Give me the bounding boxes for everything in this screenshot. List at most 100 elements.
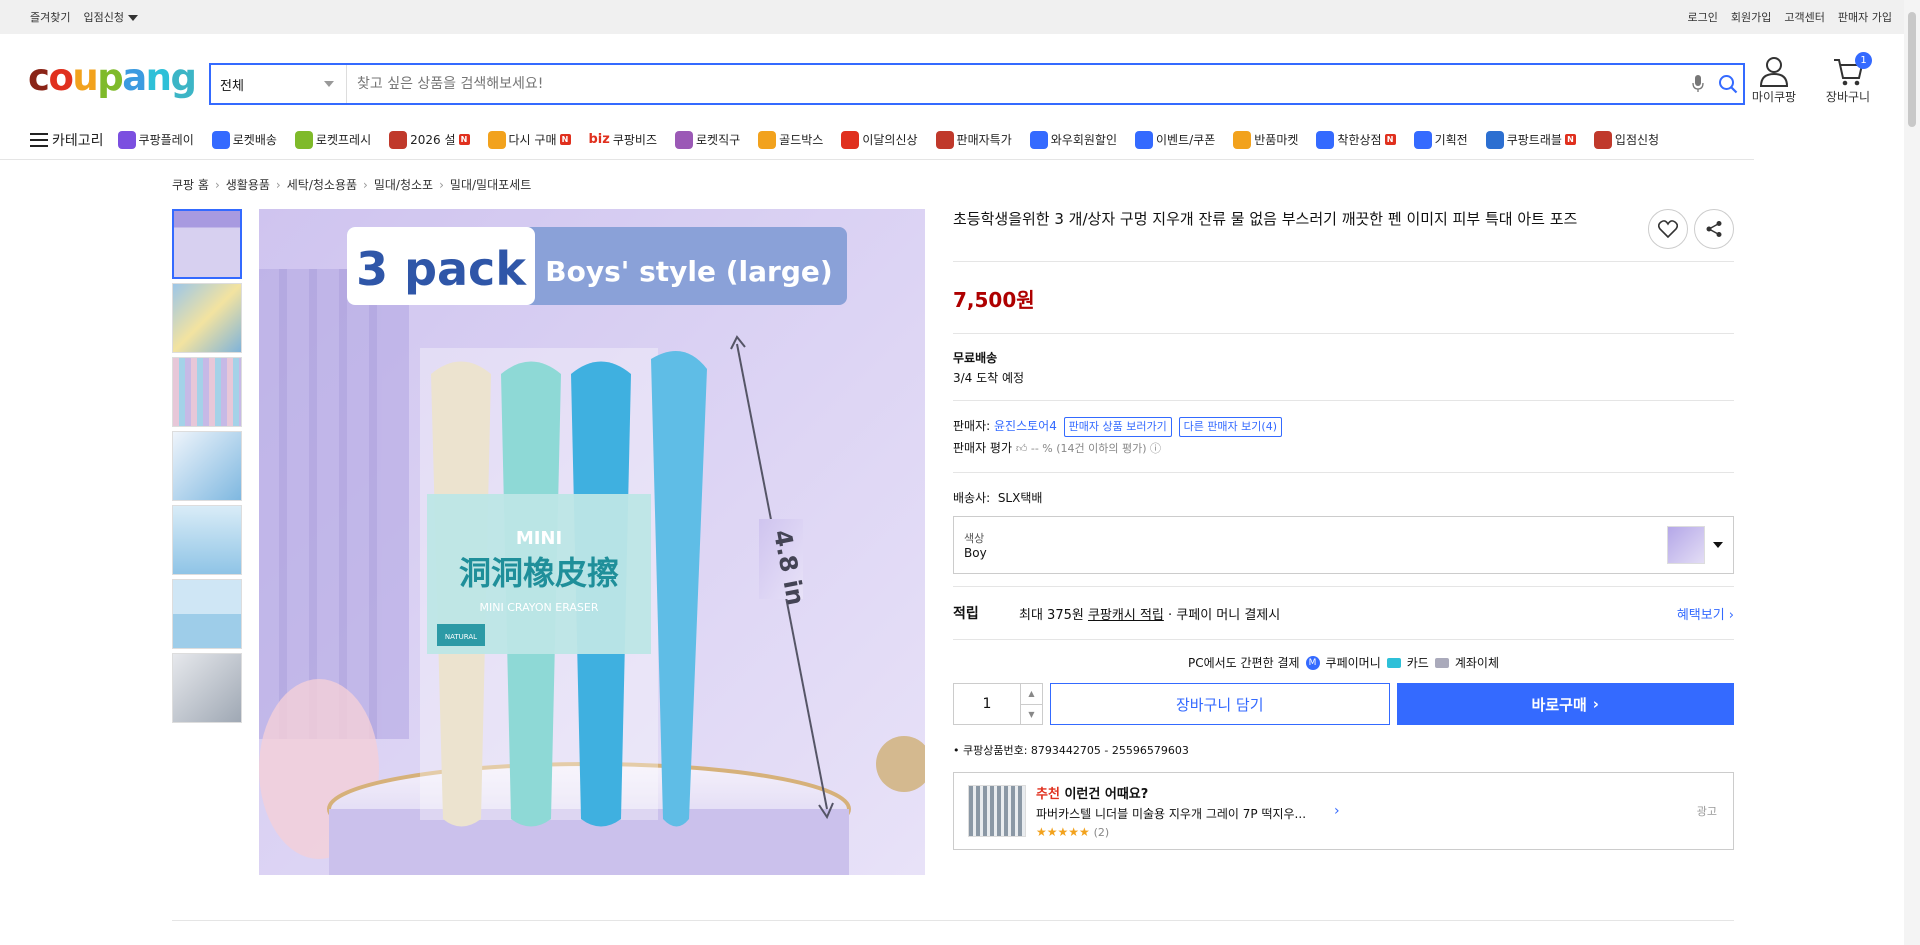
nav-item[interactable]: 쿠팡트래블 N — [1485, 130, 1576, 149]
coupang-logo[interactable]: coupang — [28, 56, 210, 99]
color-option-select[interactable]: 색상 Boy — [953, 516, 1734, 574]
new-badge: N — [1384, 134, 1396, 145]
nav-item[interactable]: 로켓직구 — [675, 130, 740, 149]
option-value: Boy — [964, 545, 987, 560]
svg-text:NATURAL: NATURAL — [445, 633, 477, 641]
quantity-decrease-button[interactable]: ▼ — [1021, 705, 1042, 725]
recommend-product-name: 파버카스텔 니더블 미술용 지우개 그레이 7P 떡지우... — [1036, 807, 1307, 821]
other-sellers-button[interactable]: 다른 판매자 보기(4) — [1178, 417, 1282, 437]
product-price: 7,500원 — [953, 262, 1734, 334]
add-to-cart-button[interactable]: 장바구니 담기 — [1050, 683, 1390, 725]
favorites-link[interactable]: 즐겨찾기 — [30, 9, 70, 25]
login-link[interactable]: 로그인 — [1688, 9, 1718, 25]
option-thumbnail — [1667, 526, 1705, 564]
heart-icon — [1658, 220, 1678, 238]
new-badge: N — [559, 134, 571, 145]
nav-item[interactable]: 다시 구매 N — [487, 130, 571, 149]
thumbnail[interactable] — [172, 653, 242, 723]
chevron-right-icon[interactable]: › — [1334, 803, 1340, 819]
nav-item[interactable]: 착한상점 N — [1316, 130, 1396, 149]
benefit-view-link[interactable]: 혜택보기 › — [1677, 604, 1734, 623]
product-main-image[interactable]: 3 pack Boys' style (large) MINI 洞洞橡皮擦 MI… — [259, 209, 925, 875]
nav-item-label: 판매자특가 — [956, 133, 1012, 147]
thumbnail[interactable] — [172, 283, 242, 353]
purchase-row: 1 ▲ ▼ 장바구니 담기 바로구매 › — [953, 683, 1734, 725]
my-coupang-button[interactable]: 마이쿠팡 — [1746, 56, 1802, 105]
search-input[interactable] — [347, 76, 1683, 92]
thumbnail[interactable] — [172, 579, 242, 649]
thumbnail-list — [172, 209, 244, 727]
quantity-increase-button[interactable]: ▲ — [1021, 684, 1042, 705]
nav-item[interactable]: 기획전 — [1413, 130, 1468, 149]
svg-text:3 pack: 3 pack — [356, 242, 527, 296]
nav-item[interactable]: 2026 설N — [389, 130, 470, 149]
nav-item-icon — [1135, 130, 1153, 149]
signup-link[interactable]: 회원가입 — [1731, 9, 1771, 25]
customer-center-link[interactable]: 고객센터 — [1784, 9, 1824, 25]
cart-button[interactable]: 1 장바구니 — [1820, 52, 1876, 105]
nav-item[interactable]: 쿠팡플레이 — [117, 130, 194, 149]
quantity-input[interactable]: 1 — [954, 684, 1020, 724]
search-category-select[interactable]: 전체 — [211, 65, 347, 103]
cart-count-badge: 1 — [1855, 52, 1872, 69]
breadcrumb-item[interactable]: 밀대/밀대포세트 — [450, 176, 531, 193]
seller-info: 판매자: 윤진스토어4 판매자 상품 보러가기 다른 판매자 보기(4) 판매자… — [953, 401, 1734, 473]
chevron-down-icon — [1713, 542, 1723, 548]
thumbnail[interactable] — [172, 505, 242, 575]
search-category-label: 전체 — [220, 78, 244, 94]
page-scrollbar[interactable] — [1904, 0, 1920, 945]
seller-products-button[interactable]: 판매자 상품 보러가기 — [1063, 417, 1172, 437]
nav-item[interactable]: 판매자특가 — [935, 130, 1012, 149]
breadcrumb-item[interactable]: 생활용품 — [226, 176, 270, 193]
nav-item[interactable]: 이달의신상 — [841, 130, 918, 149]
option-label: 색상 — [964, 531, 985, 545]
nav-item-label: 2026 설 — [410, 133, 456, 147]
thumbnail[interactable] — [172, 431, 242, 501]
nav-item-icon — [1593, 130, 1612, 149]
nav-item-icon — [841, 130, 860, 149]
nav-item[interactable]: biz 쿠팡비즈 — [589, 131, 658, 148]
nav-item[interactable]: 로켓프레시 — [294, 130, 372, 149]
nav-item-label: 로켓프레시 — [315, 133, 372, 147]
breadcrumb-item[interactable]: 세탁/청소용품 — [287, 176, 357, 193]
nav-item-label: 기획전 — [1434, 133, 1468, 147]
nav-item[interactable]: 와우회원할인 — [1029, 130, 1117, 149]
seller-rating-value: -- % (14건 이하의 평가) — [1030, 442, 1147, 455]
breadcrumb-item[interactable]: 밀대/청소포 — [374, 176, 433, 193]
thumbnail[interactable] — [172, 209, 242, 279]
nav-item-icon — [1413, 130, 1432, 149]
category-menu-button[interactable]: 카테고리 — [30, 130, 104, 150]
nav-item-icon — [211, 130, 230, 149]
recommendation-card[interactable]: 추천 이런건 어때요? 파버카스텔 니더블 미술용 지우개 그레이 7P 떡지우… — [953, 772, 1734, 850]
nav-item[interactable]: 골드박스 — [758, 130, 824, 149]
share-icon — [1706, 221, 1722, 237]
vendor-apply-link[interactable]: 입점신청 — [83, 9, 138, 25]
nav-item-label: 쿠팡비즈 — [612, 133, 657, 147]
nav-item[interactable]: 이벤트/쿠폰 — [1135, 130, 1215, 149]
seller-signup-link[interactable]: 판매자 가입 — [1838, 9, 1892, 25]
reward-heading: 적립 — [953, 606, 979, 622]
nav-item-label: 쿠팡트래블 — [1506, 133, 1562, 147]
microphone-icon[interactable] — [1683, 69, 1713, 99]
cart-label: 장바구니 — [1825, 90, 1871, 104]
nav-item[interactable]: 로켓배송 — [211, 130, 277, 149]
coupang-cash-link[interactable]: 쿠팡캐시 적립 — [1088, 604, 1164, 623]
product-info: 초등학생을위한 3 개/상자 구멍 지우개 잔류 물 없음 부스러기 깨끗한 펜… — [953, 209, 1734, 850]
nav-item[interactable]: 입점신청 — [1593, 130, 1659, 149]
search-icon[interactable] — [1713, 69, 1743, 99]
scrollbar-thumb[interactable] — [1908, 12, 1916, 127]
share-button[interactable] — [1694, 209, 1734, 249]
free-shipping-label: 무료배송 — [953, 351, 998, 365]
seller-name-link[interactable]: 윤진스토어4 — [994, 419, 1057, 433]
thumbs-up-icon: 👍︎ — [1015, 442, 1028, 455]
shipping-info: 무료배송 3/4 도착 예정 — [953, 334, 1734, 401]
product-id: • 쿠팡상품번호: 8793442705 - 25596579603 — [953, 744, 1189, 757]
breadcrumb-home[interactable]: 쿠팡 홈 — [172, 176, 209, 193]
info-icon[interactable]: ⓘ — [1150, 442, 1161, 455]
wishlist-button[interactable] — [1648, 209, 1688, 249]
nav-item-label: 골드박스 — [779, 133, 824, 147]
buy-now-button[interactable]: 바로구매 › — [1396, 683, 1734, 725]
recommendation-image — [968, 785, 1026, 837]
thumbnail[interactable] — [172, 357, 242, 427]
nav-item[interactable]: 반품마켓 — [1233, 130, 1298, 149]
